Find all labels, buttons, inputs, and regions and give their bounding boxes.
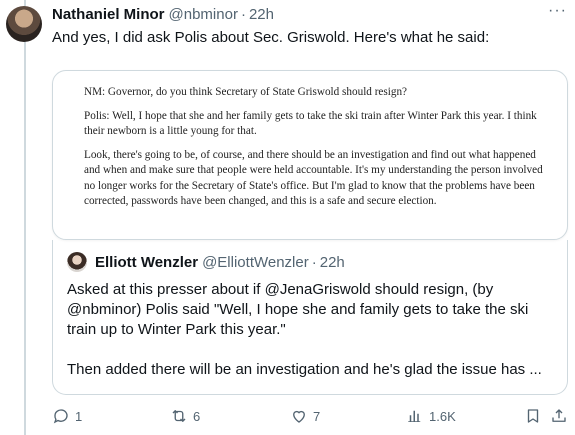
like-count: 7 — [313, 408, 321, 424]
repost-icon — [172, 410, 186, 422]
quote-author-handle: @ElliottWenzler — [202, 253, 309, 271]
repost-button[interactable]: 6 — [170, 407, 200, 425]
separator: · — [311, 253, 317, 271]
separator: · — [240, 5, 246, 23]
reply-icon — [53, 409, 68, 424]
quoted-tweet[interactable]: Elliott Wenzler @ElliottWenzler · 22h As… — [52, 240, 568, 395]
doc-paragraph: NM: Governor, do you think Secretary of … — [84, 86, 408, 98]
quote-header: Elliott Wenzler @ElliottWenzler · 22h — [67, 252, 345, 272]
quote-author-name: Elliott Wenzler — [95, 253, 199, 271]
author-name[interactable]: Nathaniel Minor — [52, 6, 165, 23]
doc-paragraph: Polis: Well, I hope that she and her fam… — [84, 109, 537, 138]
views-icon — [408, 410, 421, 422]
timestamp[interactable]: 22h — [249, 6, 274, 23]
quote-avatar — [67, 252, 87, 272]
attached-image[interactable]: NM: Governor, do you think Secretary of … — [52, 70, 568, 240]
quote-paragraph: Asked at this presser about if @JenaGris… — [67, 281, 529, 338]
quote-paragraph: Then added there will be an investigatio… — [67, 361, 542, 378]
share-icon — [552, 409, 566, 422]
author-handle[interactable]: @nbminor — [169, 6, 238, 23]
reply-button[interactable]: 1 — [52, 407, 82, 425]
doc-paragraph: Look, there's going to be, of course, an… — [84, 148, 543, 208]
quote-timestamp: 22h — [319, 253, 345, 271]
thread-line — [24, 0, 26, 435]
reply-count: 1 — [75, 408, 83, 424]
more-options-icon[interactable]: ··· — [548, 2, 567, 20]
bookmark-button[interactable] — [524, 407, 542, 425]
views-count: 1.6K — [429, 408, 456, 424]
share-button[interactable] — [550, 407, 568, 425]
tweet-header: Nathaniel Minor @nbminor · 22h — [52, 5, 575, 23]
like-icon — [293, 410, 305, 423]
action-bar: 1 6 7 1.6K — [52, 405, 568, 427]
bookmark-icon — [527, 409, 539, 423]
repost-count: 6 — [193, 408, 201, 424]
document-text: NM: Governor, do you think Secretary of … — [84, 85, 549, 218]
avatar[interactable] — [6, 6, 42, 42]
views-button[interactable]: 1.6K — [406, 407, 456, 425]
tweet-text: And yes, I did ask Polis about Sec. Gris… — [52, 29, 490, 46]
like-button[interactable]: 7 — [290, 407, 320, 425]
quote-text: Asked at this presser about if @JenaGris… — [67, 280, 557, 394]
